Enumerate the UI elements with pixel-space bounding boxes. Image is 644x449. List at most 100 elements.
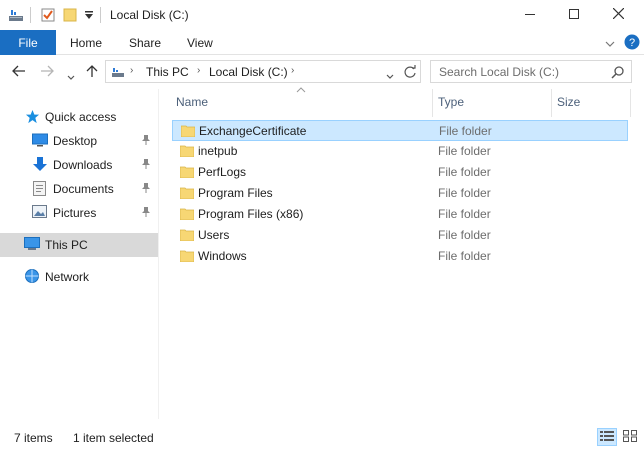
pin-icon[interactable] — [141, 158, 151, 173]
navigation-bar: › This PC › Local Disk (C:) › Search Loc… — [0, 55, 644, 89]
minimize-icon — [525, 8, 535, 22]
search-icon[interactable] — [611, 65, 625, 82]
folder-icon — [179, 229, 195, 244]
back-icon[interactable] — [12, 64, 26, 80]
file-type: File folder — [438, 165, 491, 179]
sidebar-item-network[interactable]: Network — [0, 265, 158, 289]
network-icon — [24, 269, 40, 287]
properties-check-icon[interactable] — [40, 7, 56, 26]
pin-icon[interactable] — [141, 134, 151, 149]
list-item[interactable]: Users File folder — [172, 225, 628, 246]
breadcrumb-separator[interactable]: › — [197, 65, 200, 76]
file-name: ExchangeCertificate — [199, 124, 307, 138]
title-bar: Local Disk (C:) — [0, 0, 644, 30]
address-dropdown-icon[interactable] — [386, 69, 394, 83]
sidebar-item-documents[interactable]: Documents — [0, 177, 158, 201]
tab-view[interactable]: View — [187, 30, 213, 55]
list-item[interactable]: Windows File folder — [172, 246, 628, 267]
breadcrumb-separator[interactable]: › — [130, 65, 133, 76]
pictures-icon — [32, 205, 47, 221]
sidebar-item-this-pc[interactable]: This PC — [0, 233, 158, 257]
svg-text:?: ? — [629, 37, 635, 49]
desktop-icon — [32, 133, 48, 150]
search-placeholder: Search Local Disk (C:) — [439, 65, 560, 79]
separator — [100, 7, 101, 23]
sidebar-item-pictures[interactable]: Pictures — [0, 201, 158, 225]
file-type: File folder — [438, 207, 491, 221]
separator — [30, 7, 31, 23]
address-bar[interactable]: › This PC › Local Disk (C:) › — [105, 60, 421, 83]
maximize-button[interactable] — [554, 0, 594, 30]
drive-icon[interactable] — [8, 7, 24, 26]
breadcrumb-separator[interactable]: › — [291, 65, 294, 76]
ribbon: File Home Share View ? — [0, 30, 644, 55]
sidebar-item-label: Pictures — [53, 206, 97, 220]
recent-locations-icon[interactable] — [67, 68, 75, 84]
large-icons-view-icon — [623, 429, 637, 445]
folder-icon — [179, 250, 195, 265]
list-item[interactable]: PerfLogs File folder — [172, 162, 628, 183]
large-icons-view-button[interactable] — [620, 428, 640, 446]
column-divider[interactable] — [630, 89, 631, 117]
navigation-pane: Quick access Desktop Downloads Documents — [0, 89, 158, 419]
folder-icon — [179, 166, 195, 181]
up-icon[interactable] — [86, 64, 98, 81]
maximize-icon — [569, 8, 579, 22]
file-name: Program Files (x86) — [198, 207, 304, 221]
file-list: Name Type Size ExchangeCertificate File … — [168, 87, 638, 419]
item-count: 7 items — [14, 431, 53, 445]
folder-icon — [179, 208, 195, 223]
file-name: inetpub — [198, 144, 238, 158]
search-input[interactable]: Search Local Disk (C:) — [430, 60, 632, 83]
selection-count: 1 item selected — [73, 431, 154, 445]
pin-icon[interactable] — [141, 206, 151, 221]
sidebar-item-quick-access[interactable]: Quick access — [0, 105, 158, 129]
forward-icon[interactable] — [40, 64, 54, 80]
column-divider[interactable] — [551, 89, 552, 117]
sort-ascending-icon — [296, 85, 306, 95]
column-header-type[interactable]: Type — [438, 95, 464, 109]
file-type: File folder — [438, 144, 491, 158]
file-type: File folder — [439, 124, 492, 138]
tab-home[interactable]: Home — [70, 30, 102, 55]
breadcrumb-this-pc[interactable]: This PC — [146, 65, 189, 79]
status-bar: 7 items 1 item selected — [0, 426, 644, 449]
details-view-button[interactable] — [597, 428, 617, 446]
list-item[interactable]: Program Files File folder — [172, 183, 628, 204]
file-type: File folder — [438, 249, 491, 263]
computer-icon — [24, 237, 40, 254]
list-item[interactable]: ExchangeCertificate File folder — [172, 120, 628, 141]
column-header-size[interactable]: Size — [557, 95, 580, 109]
details-view-icon — [600, 430, 614, 445]
sidebar-item-desktop[interactable]: Desktop — [0, 129, 158, 153]
new-folder-icon[interactable] — [62, 7, 78, 26]
sidebar-item-label: Downloads — [53, 158, 113, 172]
pane-divider[interactable] — [158, 89, 159, 419]
list-item[interactable]: inetpub File folder — [172, 141, 628, 162]
close-icon — [612, 7, 624, 22]
window-title: Local Disk (C:) — [110, 8, 189, 22]
pin-icon[interactable] — [141, 182, 151, 197]
sidebar-item-downloads[interactable]: Downloads — [0, 153, 158, 177]
folder-icon — [179, 187, 195, 202]
sidebar-item-label: Desktop — [53, 134, 98, 148]
column-header-name[interactable]: Name — [176, 95, 208, 109]
expand-ribbon-icon[interactable] — [605, 37, 615, 51]
sidebar-item-label: Quick access — [45, 110, 117, 124]
column-divider[interactable] — [432, 89, 433, 117]
tab-file[interactable]: File — [0, 30, 56, 55]
close-button[interactable] — [598, 0, 638, 30]
minimize-button[interactable] — [510, 0, 550, 30]
file-name: PerfLogs — [198, 165, 247, 179]
refresh-icon[interactable] — [403, 65, 417, 82]
folder-icon — [180, 125, 196, 140]
download-icon — [33, 157, 47, 175]
file-name: Program Files — [198, 186, 273, 200]
tab-share[interactable]: Share — [129, 30, 161, 55]
list-item[interactable]: Program Files (x86) File folder — [172, 204, 628, 225]
file-type: File folder — [438, 228, 491, 242]
breadcrumb-local-disk[interactable]: Local Disk (C:) — [209, 65, 288, 79]
sidebar-item-label: Documents — [53, 182, 114, 196]
customize-qat-icon[interactable] — [84, 9, 94, 23]
help-icon[interactable]: ? — [624, 34, 640, 53]
